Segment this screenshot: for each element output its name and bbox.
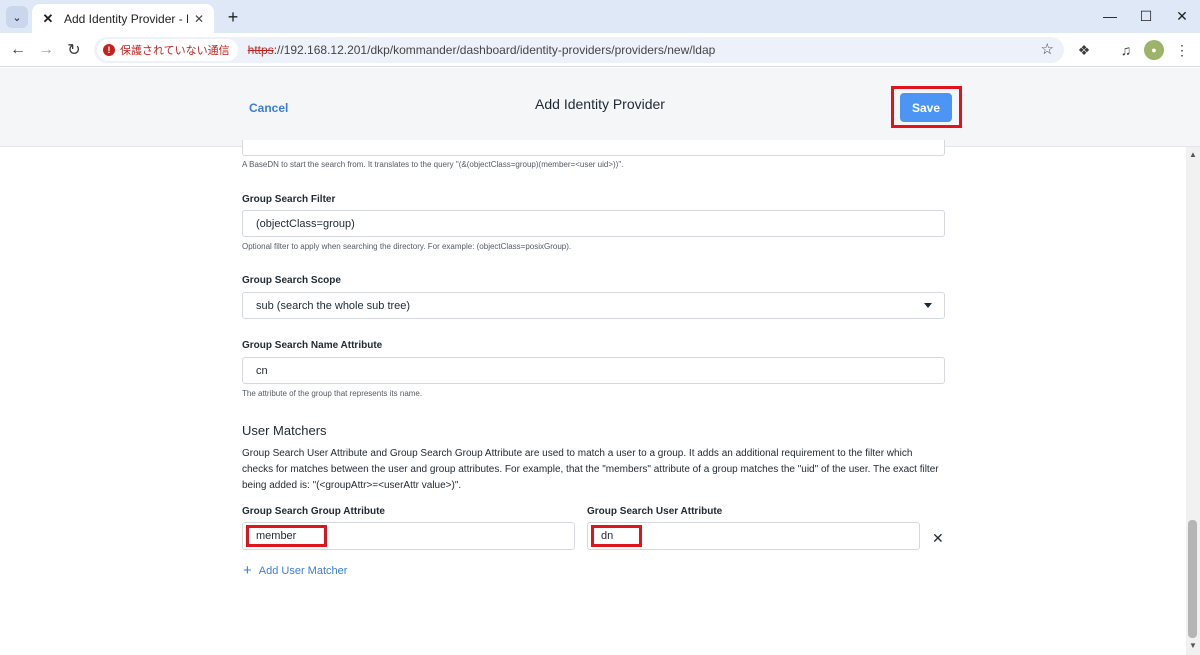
url-scheme: https — [247, 43, 274, 57]
media-control-icon[interactable]: ♫ — [1116, 40, 1136, 60]
browser-toolbar: ← → ↻ ! 保護されていない通信 https://192.168.12.20… — [0, 33, 1200, 67]
browser-menu-icon[interactable]: ⋮ — [1172, 40, 1192, 60]
window-close-icon[interactable]: ✕ — [1164, 4, 1200, 28]
group-search-user-attribute-value: dn — [601, 530, 614, 542]
reload-icon[interactable]: ↻ — [61, 37, 87, 63]
tab-title: Add Identity Provider - Nutanix — [64, 11, 188, 26]
base-dn-helper: A BaseDN to start the search from. It tr… — [242, 160, 624, 169]
back-arrow-icon[interactable]: ← — [5, 37, 31, 63]
scroll-down-arrow-icon[interactable]: ▼ — [1189, 641, 1197, 650]
group-search-filter-helper: Optional filter to apply when searching … — [242, 242, 572, 251]
remove-matcher-close-icon[interactable]: ✕ — [932, 530, 944, 547]
address-bar[interactable]: ! 保護されていない通信 https://192.168.12.201/dkp/… — [94, 37, 1064, 63]
user-attribute-highlight: dn — [591, 525, 642, 547]
url-rest: ://192.168.12.201/dkp/kommander/dashboar… — [273, 43, 716, 57]
extensions-puzzle-icon[interactable]: ❖ — [1074, 40, 1094, 60]
forward-arrow-icon[interactable]: → — [33, 37, 59, 63]
dropdown-caret-icon — [924, 303, 932, 308]
new-tab-plus-icon[interactable]: + — [222, 6, 244, 28]
bookmark-star-icon[interactable]: ☆ — [1041, 40, 1054, 58]
group-search-scope-select[interactable]: sub (search the whole sub tree) — [242, 292, 945, 319]
nutanix-favicon-icon: ✕ — [42, 10, 54, 26]
browser-tabstrip: ⌄ ✕ Add Identity Provider - Nutanix ✕ + … — [0, 0, 1200, 33]
warning-icon: ! — [103, 44, 115, 56]
url-text[interactable]: https://192.168.12.201/dkp/kommander/das… — [248, 43, 716, 57]
group-search-scope-label: Group Search Scope — [242, 275, 341, 286]
tab-list-chevron-icon[interactable]: ⌄ — [6, 6, 28, 28]
profile-avatar[interactable]: ● — [1144, 40, 1164, 60]
group-search-scope-value: sub (search the whole sub tree) — [256, 299, 411, 312]
maximize-icon[interactable]: ☐ — [1128, 4, 1164, 28]
group-search-filter-input[interactable]: (objectClass=group) — [242, 210, 945, 237]
group-search-group-attribute-label: Group Search Group Attribute — [242, 506, 385, 517]
scroll-up-arrow-icon[interactable]: ▲ — [1189, 150, 1197, 159]
plus-icon: + — [243, 562, 252, 579]
security-label: 保護されていない通信 — [120, 45, 230, 57]
add-user-matcher-button[interactable]: + Add User Matcher — [243, 562, 347, 579]
tab-close-icon[interactable]: ✕ — [194, 12, 204, 26]
group-search-user-attribute-label: Group Search User Attribute — [587, 506, 723, 517]
group-search-filter-label: Group Search Filter — [242, 194, 336, 205]
page-title: Add Identity Provider — [535, 96, 665, 112]
user-matchers-description: Group Search User Attribute and Group Se… — [242, 448, 939, 491]
group-search-name-attribute-input[interactable]: cn — [242, 357, 945, 384]
save-button[interactable]: Save — [900, 93, 952, 122]
group-search-name-attribute-helper: The attribute of the group that represen… — [242, 389, 423, 398]
security-warning-chip[interactable]: ! 保護されていない通信 — [97, 39, 238, 61]
minimize-icon[interactable]: — — [1092, 4, 1128, 28]
browser-tab-active[interactable]: ✕ Add Identity Provider - Nutanix ✕ — [32, 4, 214, 33]
page-header: Cancel Add Identity Provider Save — [0, 68, 1200, 147]
group-search-group-attribute-value: member — [256, 530, 297, 542]
group-search-name-attribute-label: Group Search Name Attribute — [242, 340, 383, 351]
user-matchers-title: User Matchers — [242, 423, 327, 438]
add-user-matcher-label: Add User Matcher — [258, 564, 348, 577]
scrollbar-thumb[interactable] — [1188, 520, 1197, 638]
base-dn-input[interactable] — [242, 140, 945, 156]
group-attribute-highlight: member — [246, 525, 327, 547]
